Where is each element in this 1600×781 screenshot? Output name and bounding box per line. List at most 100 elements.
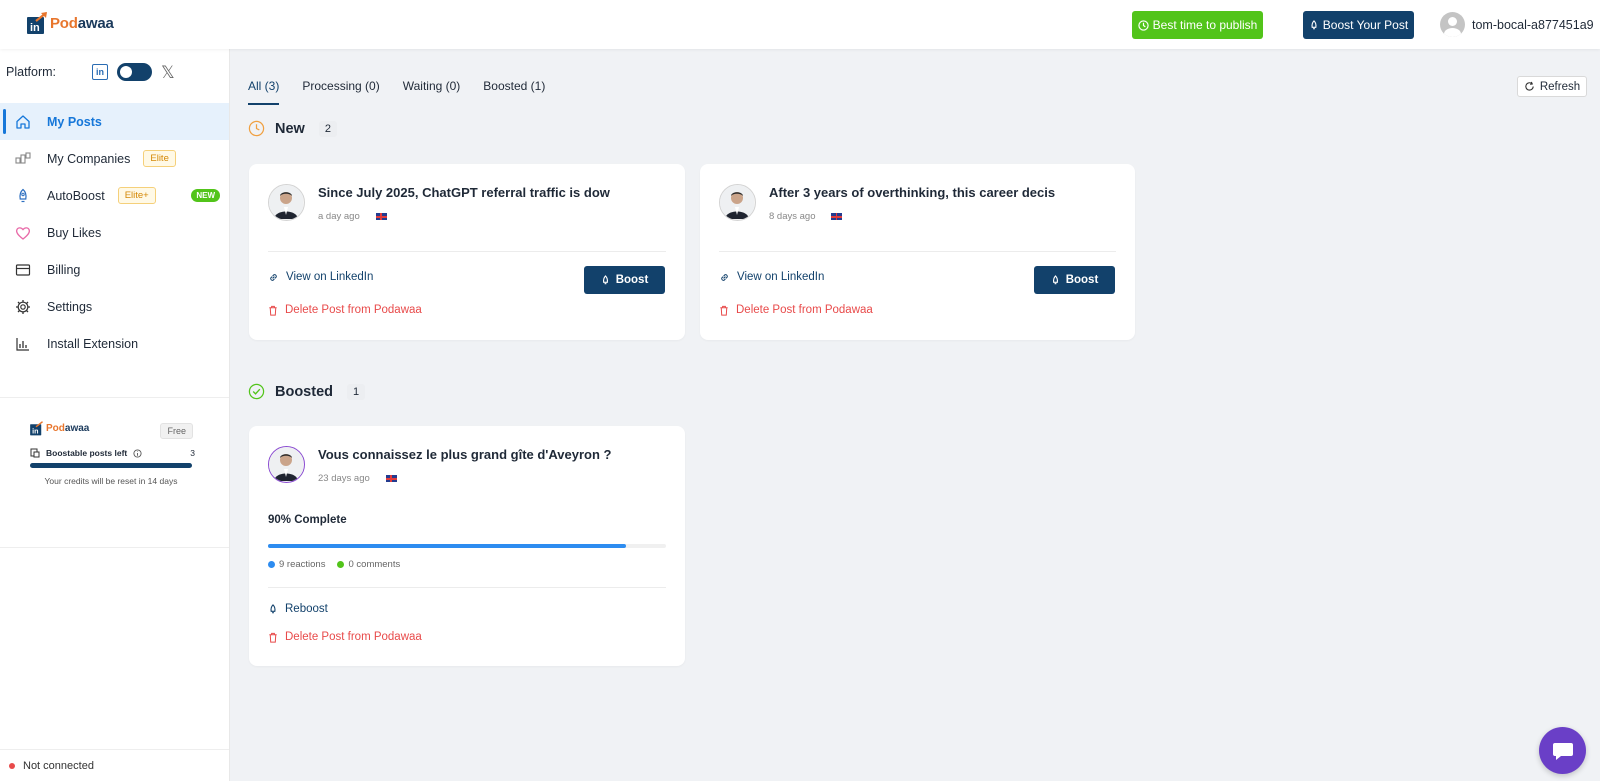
platform-toggle[interactable] (117, 63, 152, 81)
connection-status: Not connected (0, 749, 229, 781)
post-time: 8 days ago (769, 211, 816, 222)
view-on-linkedin-link[interactable]: View on LinkedIn (719, 271, 824, 283)
boost-your-post-button[interactable]: Boost Your Post (1303, 11, 1414, 39)
logo-mark-icon: in (30, 421, 43, 435)
tab-processing[interactable]: Processing (0) (302, 79, 379, 103)
section-new-header: New 2 (248, 120, 337, 137)
boostable-label: Boostable posts left (46, 448, 128, 458)
chat-support-button[interactable] (1539, 727, 1586, 774)
delete-post-link[interactable]: Delete Post from Podawaa (268, 304, 422, 316)
status-text: Not connected (23, 759, 94, 772)
tab-waiting[interactable]: Waiting (0) (403, 79, 461, 103)
x-twitter-icon[interactable]: 𝕏 (161, 64, 175, 81)
boostable-count: 3 (190, 448, 195, 458)
post-title: Vous connaissez le plus grand gîte d'Ave… (318, 447, 612, 462)
logo-text: Podawaa (50, 15, 114, 32)
post-card: Since July 2025, ChatGPT referral traffi… (249, 164, 685, 340)
tab-all[interactable]: All (3) (248, 79, 280, 105)
rocket-icon (1052, 274, 1058, 284)
sidebar-item-label: Billing (47, 262, 81, 277)
card-divider (268, 251, 666, 252)
heart-icon (15, 227, 31, 240)
chart-icon (16, 338, 29, 351)
author-photo-icon (269, 447, 303, 481)
section-boosted-count: 1 (347, 383, 366, 400)
link-icon (270, 273, 277, 281)
refresh-button[interactable]: Refresh (1517, 76, 1587, 97)
author-avatar (719, 184, 756, 221)
post-filter-tabs: All (3) Processing (0) Waiting (0) Boost… (248, 79, 545, 105)
trash-icon (269, 632, 277, 643)
sidebar-item-my-posts[interactable]: My Posts (0, 103, 229, 140)
boost-button[interactable]: Boost (584, 266, 665, 294)
trash-icon (269, 305, 277, 316)
linkedin-icon[interactable]: in (92, 64, 108, 80)
rocket-icon (602, 274, 608, 284)
sidebar-item-label: Buy Likes (47, 225, 102, 240)
credits-panel: in Pod awaa Free Boostable posts left 3 Y… (30, 421, 195, 486)
gear-icon (16, 300, 30, 314)
sidebar-item-settings[interactable]: Settings (0, 288, 229, 325)
sidebar-item-label: Install Extension (47, 336, 139, 351)
uk-flag-icon (831, 213, 843, 220)
plan-badge: Free (160, 423, 193, 439)
sidebar-item-label: Settings (47, 299, 93, 314)
companies-icon (15, 152, 31, 164)
sidebar-item-autoboost[interactable]: AutoBoost Elite+ NEW (0, 177, 229, 214)
sidebar-item-label: My Companies (47, 151, 131, 166)
progress-bar (268, 544, 666, 548)
reboost-link[interactable]: Reboost (268, 603, 328, 615)
boost-your-post-label: Boost Your Post (1322, 18, 1409, 32)
svg-text:in: in (32, 427, 38, 435)
wallet-icon (15, 264, 31, 276)
refresh-label: Refresh (1539, 80, 1581, 93)
logo-mark-icon: in (27, 12, 47, 34)
view-on-linkedin-link[interactable]: View on LinkedIn (268, 271, 373, 283)
sidebar-item-billing[interactable]: Billing (0, 251, 229, 288)
sidebar-divider (0, 397, 229, 398)
delete-post-link[interactable]: Delete Post from Podawaa (719, 304, 873, 316)
post-meta: 23 days ago (318, 473, 397, 484)
section-boosted-header: Boosted 1 (248, 383, 366, 400)
home-icon (16, 115, 30, 129)
post-title: Since July 2025, ChatGPT referral traffi… (318, 185, 610, 200)
sidebar-nav: My Posts My Companies Elite AutoBoost El… (0, 103, 229, 362)
sidebar-divider (0, 547, 229, 548)
reactions-stat: 9 reactions (268, 559, 325, 570)
platform-label: Platform: (6, 65, 57, 79)
user-menu[interactable]: tom-bocal-a877451a9 (1440, 12, 1594, 37)
card-divider (268, 587, 666, 588)
rocket-icon (1311, 19, 1317, 29)
link-icon (721, 273, 728, 281)
sidebar-item-buy-likes[interactable]: Buy Likes (0, 214, 229, 251)
credits-reset-note: Your credits will be reset in 14 days (44, 476, 178, 486)
boost-button[interactable]: Boost (1034, 266, 1115, 294)
boostable-posts-row: Boostable posts left 3 (30, 448, 195, 458)
credits-progress-bar (30, 463, 192, 468)
post-title: After 3 years of overthinking, this care… (769, 185, 1056, 200)
elite-tag: Elite (143, 150, 176, 167)
rocket-icon (270, 603, 276, 613)
post-meta: 8 days ago (769, 211, 843, 222)
check-circle-icon (248, 383, 265, 400)
top-header: in Podawaa Best time to publish Boost Yo… (0, 0, 1600, 49)
comments-stat: 0 comments (337, 559, 400, 570)
sidebar-item-install-extension[interactable]: Install Extension (0, 325, 229, 362)
progress-fill (268, 544, 627, 548)
uk-flag-icon (375, 213, 387, 220)
delete-post-link[interactable]: Delete Post from Podawaa (268, 631, 422, 643)
new-badge: NEW (191, 189, 220, 202)
trash-icon (720, 305, 728, 316)
refresh-icon (1525, 81, 1534, 91)
info-icon[interactable] (133, 448, 142, 458)
user-avatar-icon (1440, 12, 1465, 37)
podawaa-logo[interactable]: in Podawaa (27, 12, 114, 35)
progress-label: 90% Complete (268, 514, 347, 526)
clock-icon (1137, 19, 1149, 31)
tab-boosted[interactable]: Boosted (1) (483, 79, 545, 103)
sidebar-item-label: AutoBoost (47, 188, 105, 203)
author-photo-icon (269, 185, 303, 219)
author-photo-icon (720, 185, 754, 219)
best-time-button[interactable]: Best time to publish (1132, 11, 1263, 39)
sidebar-item-my-companies[interactable]: My Companies Elite (0, 140, 229, 177)
